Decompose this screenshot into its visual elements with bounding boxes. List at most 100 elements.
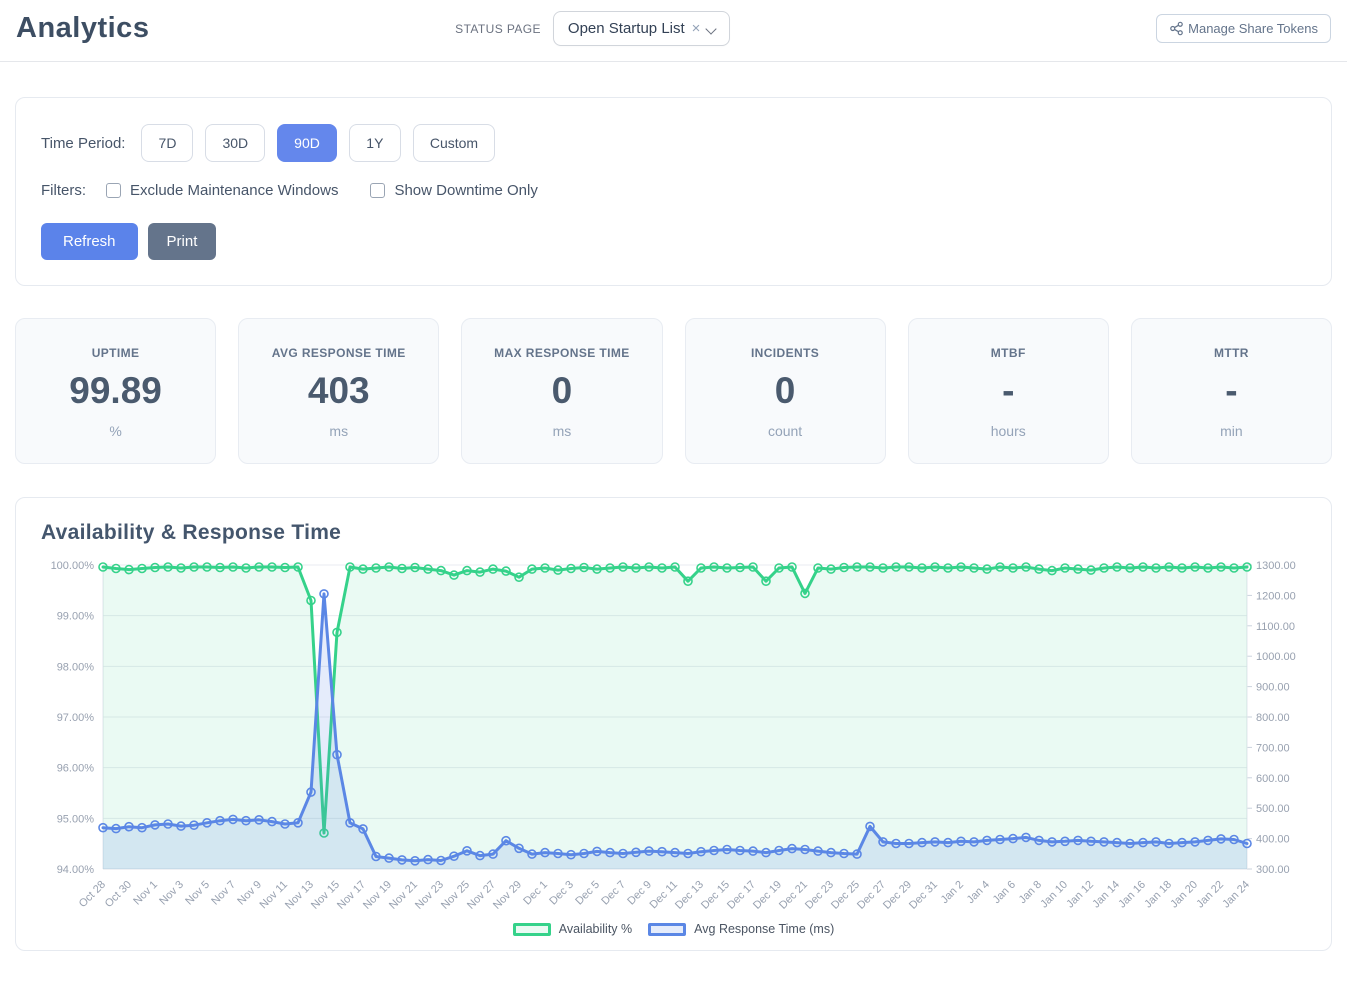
right-axis-tick-label: 1100.00 — [1256, 621, 1295, 633]
right-axis-tick-label: 800.00 — [1256, 712, 1290, 724]
x-axis-tick-label: Dec 5 — [573, 879, 602, 908]
chart-legend: Availability % Avg Response Time (ms) — [41, 922, 1306, 936]
manage-share-tokens-button[interactable]: Manage Share Tokens — [1156, 14, 1331, 43]
stat-value: 99.89 — [24, 371, 207, 412]
stat-unit: hours — [917, 423, 1100, 439]
x-axis-tick-label: Jan 14 — [1090, 879, 1122, 911]
x-axis-tick-label: Jan 16 — [1116, 879, 1148, 911]
print-button[interactable]: Print — [148, 223, 217, 260]
status-page-selected-value: Open Startup List — [568, 20, 685, 37]
actions-row: Refresh Print — [41, 223, 1306, 260]
stat-card-avg-response: AVG RESPONSE TIME 403 ms — [238, 318, 439, 464]
clear-selection-icon[interactable]: × — [692, 21, 701, 36]
x-axis-tick-label: Oct 28 — [77, 879, 108, 910]
show-downtime-checkbox[interactable] — [370, 183, 385, 198]
x-axis-tick-label: Jan 10 — [1038, 879, 1070, 911]
right-axis-tick-label: 1300.00 — [1256, 560, 1296, 572]
stat-label: MTBF — [917, 346, 1100, 360]
period-button-custom[interactable]: Custom — [413, 124, 495, 162]
right-axis-tick-label: 1200.00 — [1256, 590, 1296, 602]
x-axis-tick-label: Nov 3 — [157, 879, 186, 908]
x-axis-tick-label: Nov 1 — [131, 879, 160, 908]
period-button-7d[interactable]: 7D — [141, 124, 193, 162]
x-axis-tick-label: Jan 4 — [965, 879, 993, 907]
status-page-dropdown[interactable]: Open Startup List × — [553, 11, 731, 46]
legend-item-response-time: Avg Response Time (ms) — [648, 922, 834, 936]
right-axis-tick-label: 900.00 — [1256, 682, 1290, 694]
stat-value: 0 — [694, 371, 877, 412]
stats-row: UPTIME 99.89 % AVG RESPONSE TIME 403 ms … — [15, 318, 1332, 464]
x-axis-tick-label: Jan 24 — [1220, 879, 1252, 911]
x-axis-tick-label: Dec 1 — [521, 879, 550, 908]
time-period-label: Time Period: — [41, 135, 125, 152]
x-axis-tick-label: Jan 2 — [939, 879, 967, 907]
right-axis-tick-label: 500.00 — [1256, 803, 1290, 815]
filters-panel: Time Period: 7D 30D 90D 1Y Custom Filter… — [15, 97, 1332, 286]
stat-unit: ms — [470, 423, 653, 439]
x-axis-tick-label: Jan 20 — [1168, 879, 1200, 911]
left-axis-tick-label: 98.00% — [57, 661, 95, 673]
availability-legend-swatch — [513, 923, 551, 936]
stat-label: MTTR — [1140, 346, 1323, 360]
page-title: Analytics — [16, 12, 149, 45]
stat-unit: ms — [247, 423, 430, 439]
chevron-down-icon — [707, 24, 717, 34]
filters-label: Filters: — [41, 182, 86, 199]
period-button-30d[interactable]: 30D — [205, 124, 265, 162]
exclude-maintenance-label: Exclude Maintenance Windows — [130, 182, 338, 199]
x-axis-tick-label: Jan 12 — [1064, 879, 1096, 911]
stat-label: MAX RESPONSE TIME — [470, 346, 653, 360]
share-icon — [1169, 21, 1184, 36]
stat-unit: % — [24, 423, 207, 439]
left-axis-tick-label: 94.00% — [57, 864, 95, 876]
time-period-button-group: 7D 30D 90D 1Y Custom — [141, 124, 495, 162]
filters-row: Filters: Exclude Maintenance Windows Sho… — [41, 182, 1306, 199]
show-downtime-label: Show Downtime Only — [394, 182, 537, 199]
stat-card-mtbf: MTBF - hours — [908, 318, 1109, 464]
right-axis-tick-label: 600.00 — [1256, 773, 1290, 785]
stat-unit: count — [694, 423, 877, 439]
stat-card-incidents: INCIDENTS 0 count — [685, 318, 886, 464]
status-page-label: STATUS PAGE — [455, 22, 541, 36]
x-axis-tick-label: Oct 30 — [103, 879, 134, 910]
show-downtime-checkbox-row[interactable]: Show Downtime Only — [370, 182, 537, 199]
exclude-maintenance-checkbox-row[interactable]: Exclude Maintenance Windows — [106, 182, 338, 199]
left-axis-tick-label: 95.00% — [57, 813, 95, 825]
x-axis-tick-label: Jan 6 — [991, 879, 1019, 907]
x-axis-tick-label: Nov 7 — [209, 879, 238, 908]
stat-label: AVG RESPONSE TIME — [247, 346, 430, 360]
top-bar: Analytics STATUS PAGE Open Startup List … — [0, 0, 1347, 62]
manage-share-tokens-label: Manage Share Tokens — [1188, 21, 1318, 36]
x-axis-tick-label: Jan 18 — [1142, 879, 1174, 911]
x-axis-tick-label: Nov 29 — [491, 879, 524, 912]
chart-panel: Availability & Response Time 100.00%99.0… — [15, 497, 1332, 951]
left-axis-tick-label: 97.00% — [57, 712, 95, 724]
right-axis-tick-label: 400.00 — [1256, 834, 1290, 846]
period-button-1y[interactable]: 1Y — [349, 124, 401, 162]
x-axis-tick-label: Dec 3 — [547, 879, 576, 908]
stat-card-uptime: UPTIME 99.89 % — [15, 318, 216, 464]
stat-card-max-response: MAX RESPONSE TIME 0 ms — [461, 318, 662, 464]
x-axis-tick-label: Dec 31 — [907, 879, 940, 912]
stat-unit: min — [1140, 423, 1323, 439]
stat-value: 403 — [247, 371, 430, 412]
left-axis-tick-label: 99.00% — [57, 611, 95, 623]
right-axis-tick-label: 700.00 — [1256, 742, 1290, 754]
stat-label: UPTIME — [24, 346, 207, 360]
stat-value: - — [1140, 371, 1323, 412]
availability-response-chart: 100.00%99.00%98.00%97.00%96.00%95.00%94.… — [41, 553, 1305, 915]
response-time-legend-label: Avg Response Time (ms) — [694, 922, 834, 936]
time-period-row: Time Period: 7D 30D 90D 1Y Custom — [41, 124, 1306, 162]
exclude-maintenance-checkbox[interactable] — [106, 183, 121, 198]
x-axis-tick-label: Jan 22 — [1194, 879, 1226, 911]
status-page-selector-group: STATUS PAGE Open Startup List × — [455, 11, 730, 46]
right-axis-tick-label: 300.00 — [1256, 864, 1290, 876]
period-button-90d[interactable]: 90D — [277, 124, 337, 162]
right-axis-tick-label: 1000.00 — [1256, 651, 1296, 663]
legend-item-availability: Availability % — [513, 922, 632, 936]
refresh-button[interactable]: Refresh — [41, 223, 138, 260]
stat-card-mttr: MTTR - min — [1131, 318, 1332, 464]
response-time-legend-swatch — [648, 923, 686, 936]
chart-title: Availability & Response Time — [41, 521, 1306, 545]
x-axis-tick-label: Dec 7 — [599, 879, 628, 908]
